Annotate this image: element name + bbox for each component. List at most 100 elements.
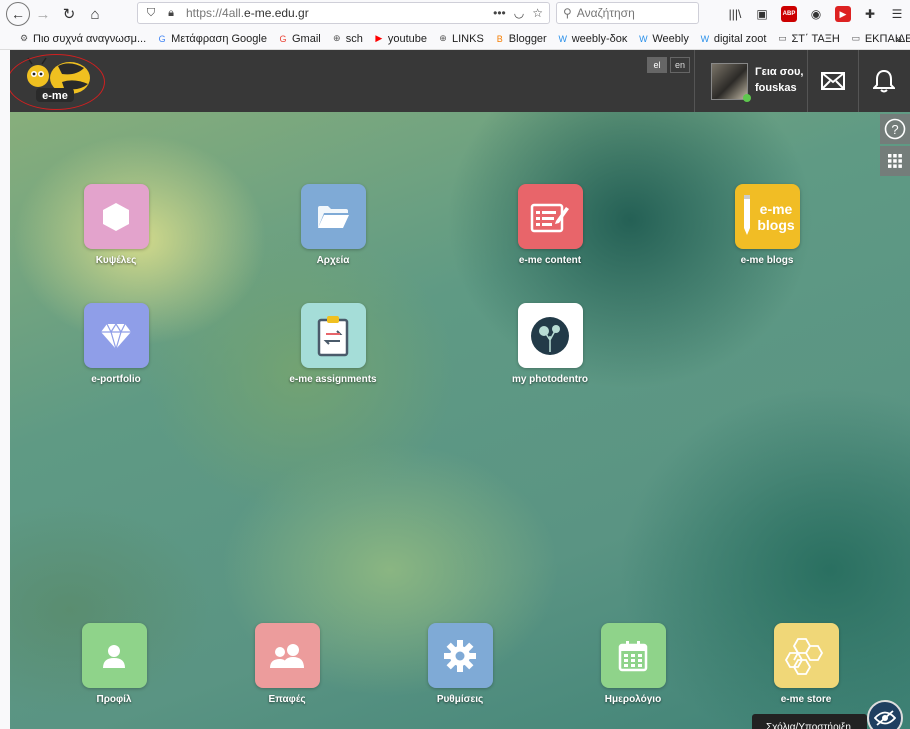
- bookmark-item[interactable]: G Gmail: [277, 33, 320, 45]
- eye-slash-icon: [874, 710, 896, 726]
- bookmark-star-icon[interactable]: ☆: [532, 6, 543, 20]
- user-icon[interactable]: [81, 623, 147, 688]
- google-icon: G: [279, 33, 287, 44]
- user-greeting: Γεια σου, fouskas: [755, 64, 811, 96]
- dock-contacts[interactable]: Επαφές: [232, 623, 342, 705]
- bell-icon: [872, 69, 895, 93]
- bookmark-label: youtube: [387, 32, 427, 45]
- sidebar-icon[interactable]: ▣: [754, 6, 770, 22]
- bookmark-item[interactable]: ⊕ sch: [331, 33, 363, 45]
- app-hives[interactable]: Κυψέλες: [61, 184, 171, 266]
- dock-label: e-me store: [780, 694, 832, 705]
- app-e-me-blogs[interactable]: e-me blogs e-me blogs: [712, 184, 822, 266]
- svg-text:?: ?: [891, 122, 898, 137]
- adblock-icon[interactable]: ABP: [781, 6, 797, 22]
- diamond-icon[interactable]: [83, 303, 149, 368]
- bookmark-item[interactable]: B Blogger: [494, 33, 547, 45]
- weebly-icon: W: [700, 33, 710, 44]
- app-my-photodentro[interactable]: my photodentro: [495, 303, 605, 385]
- calendar-icon[interactable]: [600, 623, 666, 688]
- messages-button[interactable]: [807, 50, 857, 112]
- language-en-button[interactable]: en: [670, 57, 690, 73]
- hexagon-icon[interactable]: [83, 184, 149, 249]
- home-icon[interactable]: ⌂: [82, 2, 108, 26]
- clipboard-icon[interactable]: [300, 303, 366, 368]
- weebly-icon: W: [639, 33, 648, 44]
- dock-label: Προφίλ: [96, 694, 132, 705]
- app-e-me-assignments[interactable]: e-me assignments: [278, 303, 388, 385]
- top-header: e-me el en Γεια σου, fouskas: [10, 50, 910, 112]
- app-label: Κυψέλες: [95, 255, 137, 266]
- bookmark-item[interactable]: ▶ youtube: [373, 33, 427, 45]
- back-arrow-icon[interactable]: ←: [6, 2, 30, 26]
- bookmark-item[interactable]: Wdigital zoot: [699, 33, 767, 45]
- folder-icon[interactable]: [300, 184, 366, 249]
- user-menu[interactable]: Γεια σου, fouskas: [694, 50, 810, 112]
- bookmark-item[interactable]: G Μετάφραση Google: [156, 33, 267, 45]
- avatar[interactable]: [711, 63, 748, 100]
- app-grid-button[interactable]: [880, 146, 910, 176]
- bookmark-label: sch: [345, 32, 363, 45]
- e-me-desktop: e-me el en Γεια σου, fouskas ? Κυψέλες Α…: [10, 50, 910, 729]
- feedback-tab[interactable]: Σχόλια/Υποστήριξη: [752, 714, 867, 729]
- app-files[interactable]: Αρχεία: [278, 184, 388, 266]
- search-bar[interactable]: ⚲ Αναζήτηση: [556, 2, 699, 24]
- reload-icon[interactable]: ↻: [56, 2, 82, 26]
- blogs-icon[interactable]: e-me blogs: [734, 184, 800, 249]
- shield-icon[interactable]: ⛉: [144, 6, 158, 20]
- notifications-button[interactable]: [858, 50, 908, 112]
- contacts-icon[interactable]: [254, 623, 320, 688]
- dock-label: Ρυθμίσεις: [436, 694, 484, 705]
- dock-label: Επαφές: [268, 694, 306, 705]
- svg-text:e-me: e-me: [760, 201, 793, 217]
- app-e-portfolio[interactable]: e-portfolio: [61, 303, 171, 385]
- folder-icon: ▭: [851, 33, 861, 43]
- dock-e-me-store[interactable]: e-me store: [751, 623, 861, 705]
- lock-icon[interactable]: 🔒︎: [164, 6, 178, 20]
- app-e-me-content[interactable]: e-me content: [495, 184, 605, 266]
- dock-settings[interactable]: Ρυθμίσεις: [405, 623, 515, 705]
- bookmark-label: Πιο συχνά αναγνωσμ...: [33, 32, 147, 45]
- bookmark-label: Weebly: [652, 32, 689, 45]
- photodentro-icon[interactable]: [517, 303, 583, 368]
- bookmark-item[interactable]: W Weebly: [637, 32, 689, 45]
- extension-icon[interactable]: ◉: [808, 6, 824, 22]
- gear-icon: ⚙: [19, 33, 29, 43]
- store-icon[interactable]: [773, 623, 839, 688]
- question-icon: ?: [884, 118, 906, 140]
- content-editor-icon[interactable]: [517, 184, 583, 249]
- chevron-right-icon[interactable]: »: [895, 32, 902, 46]
- bookmark-label: ΣΤ΄ ΤΑΞΗ: [791, 32, 840, 45]
- app-label: e-me content: [518, 255, 582, 266]
- url-text: https://4all.e-me.edu.gr: [186, 6, 309, 20]
- bookmark-item[interactable]: Wweebly-δοκ: [557, 33, 627, 45]
- page-actions-icon[interactable]: •••: [493, 6, 506, 20]
- bookmark-label: LINKS: [452, 32, 484, 45]
- search-placeholder: Αναζήτηση: [576, 6, 635, 20]
- accessibility-button[interactable]: [867, 700, 903, 729]
- language-el-button[interactable]: el: [647, 57, 667, 73]
- dock-calendar[interactable]: Ημερολόγιο: [578, 623, 688, 705]
- svg-text:blogs: blogs: [757, 217, 795, 233]
- bookmark-item[interactable]: ▭ ΣΤ΄ ΤΑΞΗ: [776, 32, 840, 45]
- puzzle-icon[interactable]: ✚: [862, 6, 878, 22]
- pocket-icon[interactable]: ◡: [514, 6, 524, 20]
- bookmark-label: Blogger: [508, 32, 547, 45]
- username: fouskas: [755, 82, 797, 94]
- gear-icon[interactable]: [427, 623, 493, 688]
- bookmark-item[interactable]: ⊕ LINKS: [437, 33, 484, 45]
- blogger-icon: B: [496, 33, 503, 44]
- forward-arrow-icon[interactable]: →: [30, 2, 56, 26]
- library-icon[interactable]: |||\: [727, 6, 743, 22]
- bookmark-label: Μετάφραση Google: [171, 32, 267, 45]
- dock-profile[interactable]: Προφίλ: [59, 623, 169, 705]
- bookmark-label: ΕΚΠΑΙΔΕΥΣΗ: [864, 32, 910, 45]
- search-icon: ⚲: [563, 6, 572, 20]
- address-bar[interactable]: ⛉ 🔒︎ https://4all.e-me.edu.gr ••• ◡ ☆: [137, 2, 550, 24]
- bookmark-label: digital zoot: [713, 32, 767, 45]
- bookmark-item[interactable]: ⚙ Πιο συχνά αναγνωσμ...: [18, 33, 146, 45]
- menu-icon[interactable]: ☰: [889, 6, 905, 22]
- bookmarks-bar: ⚙ Πιο συχνά αναγνωσμ... G Μετάφραση Google G…: [0, 28, 910, 50]
- video-extension-icon[interactable]: ▶: [835, 6, 851, 22]
- help-button[interactable]: ?: [880, 114, 910, 144]
